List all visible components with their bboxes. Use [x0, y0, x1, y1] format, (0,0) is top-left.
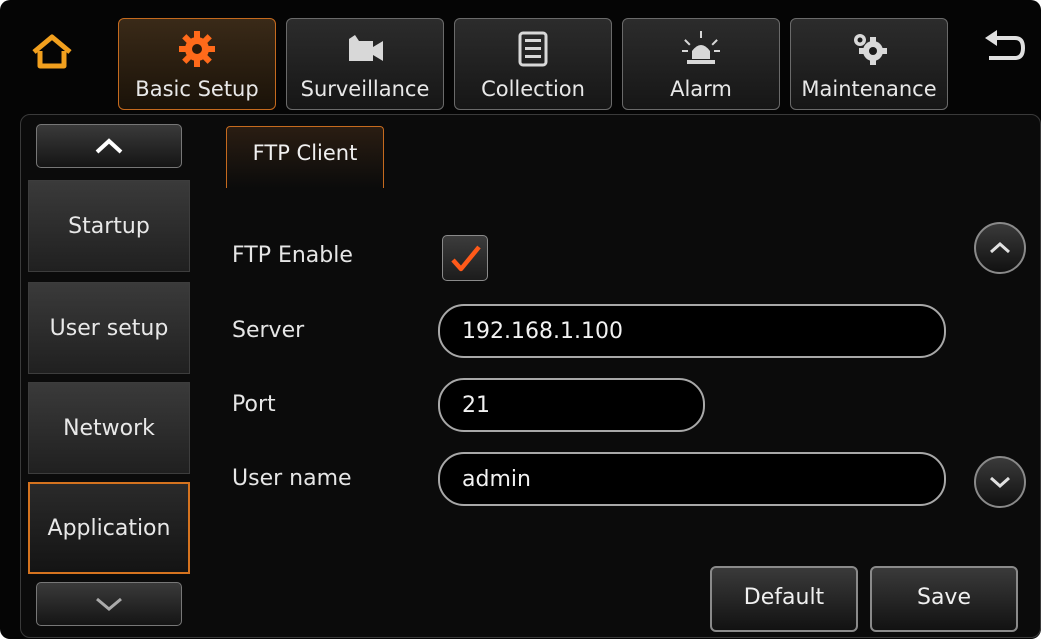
sidebar-item-application[interactable]: Application	[28, 482, 190, 574]
username-input[interactable]	[438, 452, 946, 506]
tab-basic-setup[interactable]: Basic Setup	[118, 18, 276, 110]
sidebar-item-label: Application	[47, 515, 171, 541]
sidebar-scroll-up-button[interactable]	[36, 124, 182, 168]
tab-collection[interactable]: Collection	[454, 18, 612, 110]
sidebar-item-label: User setup	[49, 315, 169, 341]
port-label: Port	[232, 392, 276, 417]
home-icon	[32, 34, 72, 69]
chevron-up-icon	[990, 241, 1010, 254]
section-title: FTP Client	[252, 141, 358, 165]
home-button[interactable]	[30, 32, 74, 72]
camera-icon	[349, 35, 383, 61]
port-input[interactable]	[438, 378, 705, 432]
sidebar-scroll-down-button[interactable]	[36, 582, 182, 626]
ftp-enable-checkbox[interactable]	[442, 235, 488, 281]
chevron-down-icon	[990, 476, 1010, 489]
gears-icon	[854, 34, 887, 65]
tab-label: Alarm	[670, 77, 732, 101]
back-arrow-icon	[985, 30, 1026, 60]
sidebar-item-label: Startup	[68, 213, 150, 239]
tab-surveillance[interactable]: Surveillance	[286, 18, 444, 110]
sidebar-item-label: Network	[63, 415, 155, 441]
default-button[interactable]: Default	[710, 566, 858, 632]
sidebar-item-user-setup[interactable]: User setup	[28, 282, 190, 374]
save-button[interactable]: Save	[870, 566, 1018, 632]
document-icon	[518, 31, 548, 67]
tab-label: Maintenance	[801, 77, 937, 101]
tab-alarm[interactable]: Alarm	[622, 18, 780, 110]
form-scroll-down-button[interactable]	[974, 456, 1026, 508]
gear-icon	[179, 31, 215, 67]
chevron-down-icon	[96, 597, 122, 611]
alarm-light-icon	[682, 31, 720, 64]
tab-label: Basic Setup	[135, 77, 259, 101]
sidebar-item-network[interactable]: Network	[28, 382, 190, 474]
checkmark-icon	[451, 245, 481, 272]
ftp-enable-label: FTP Enable	[232, 243, 353, 268]
tab-label: Surveillance	[300, 77, 430, 101]
chevron-up-icon	[95, 138, 123, 154]
back-button[interactable]	[981, 26, 1027, 72]
sidebar-item-startup[interactable]: Startup	[28, 180, 190, 272]
tab-maintenance[interactable]: Maintenance	[790, 18, 948, 110]
form-scroll-up-button[interactable]	[974, 222, 1026, 274]
server-label: Server	[232, 318, 305, 343]
app-window: Basic Setup Surveillance Collection Alar…	[0, 0, 1041, 639]
section-tab-ftp-client[interactable]: FTP Client	[226, 126, 384, 188]
server-input[interactable]	[438, 304, 946, 358]
username-label: User name	[232, 466, 352, 491]
tab-label: Collection	[481, 77, 585, 101]
